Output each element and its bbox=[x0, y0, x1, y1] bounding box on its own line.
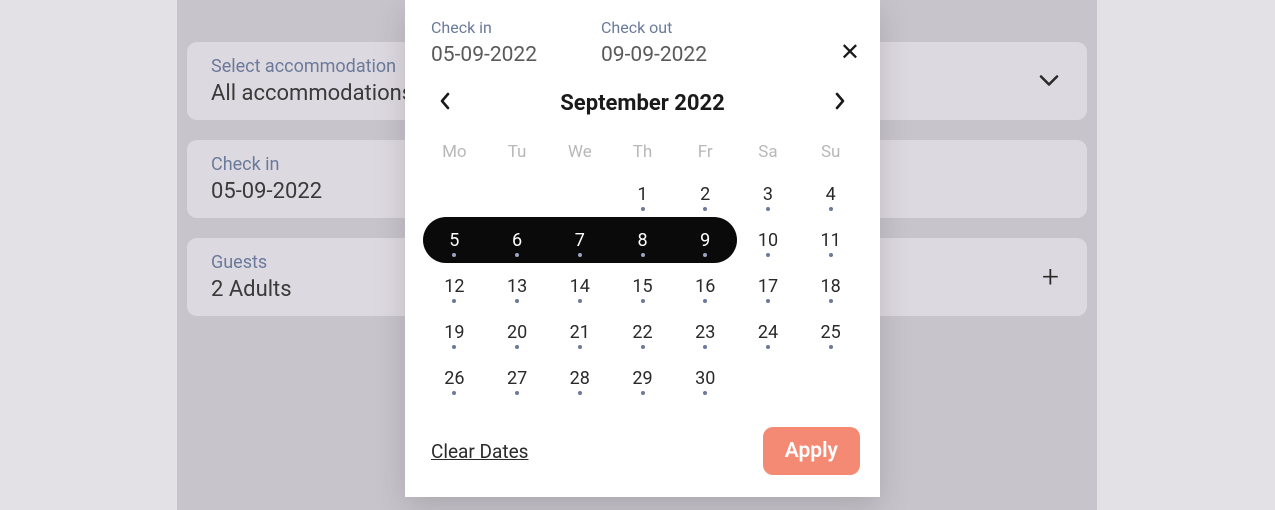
weekday-cell: Tu bbox=[486, 133, 549, 171]
datepicker-footer: Clear Dates Apply bbox=[405, 401, 880, 475]
weekday-row: MoTuWeThFrSaSu bbox=[423, 133, 862, 171]
calendar-day[interactable]: 22 bbox=[611, 309, 674, 355]
calendar-grid: MoTuWeThFrSaSu 1234567891011121314151617… bbox=[405, 133, 880, 401]
calendar-day[interactable]: 26 bbox=[423, 355, 486, 401]
calendar-row: 2627282930 bbox=[423, 355, 862, 401]
datepicker-modal: Check in 05-09-2022 Check out 09-09-2022… bbox=[405, 0, 880, 497]
calendar-row: 12131415161718 bbox=[423, 263, 862, 309]
calendar-day bbox=[423, 171, 486, 217]
calendar-day[interactable]: 20 bbox=[486, 309, 549, 355]
calendar-day[interactable]: 6 bbox=[486, 217, 549, 263]
clear-dates-link[interactable]: Clear Dates bbox=[431, 440, 528, 463]
prev-month-button[interactable] bbox=[433, 87, 457, 119]
dp-checkin-value: 05-09-2022 bbox=[431, 43, 601, 67]
calendar-day[interactable]: 21 bbox=[548, 309, 611, 355]
checkin-col: Check in 05-09-2022 bbox=[431, 18, 601, 67]
calendar-day[interactable]: 1 bbox=[611, 171, 674, 217]
month-title: September 2022 bbox=[560, 91, 724, 116]
datepicker-header: Check in 05-09-2022 Check out 09-09-2022… bbox=[405, 18, 880, 67]
checkout-col: Check out 09-09-2022 bbox=[601, 18, 771, 67]
chevron-down-icon bbox=[1039, 72, 1059, 91]
calendar-day[interactable]: 12 bbox=[423, 263, 486, 309]
calendar-day[interactable]: 10 bbox=[737, 217, 800, 263]
calendar-day[interactable]: 7 bbox=[548, 217, 611, 263]
weekday-cell: Fr bbox=[674, 133, 737, 171]
calendar-day[interactable]: 8 bbox=[611, 217, 674, 263]
calendar-day[interactable]: 3 bbox=[737, 171, 800, 217]
calendar-day bbox=[548, 171, 611, 217]
close-icon[interactable]: ✕ bbox=[840, 40, 860, 64]
apply-button[interactable]: Apply bbox=[763, 427, 860, 475]
plus-icon[interactable]: + bbox=[1042, 260, 1059, 295]
weekday-cell: Sa bbox=[737, 133, 800, 171]
month-nav: September 2022 bbox=[405, 87, 880, 133]
calendar-row: 1234 bbox=[423, 171, 862, 217]
calendar-day[interactable]: 11 bbox=[799, 217, 862, 263]
calendar-day[interactable]: 27 bbox=[486, 355, 549, 401]
calendar-day[interactable]: 5 bbox=[423, 217, 486, 263]
calendar-day[interactable]: 17 bbox=[737, 263, 800, 309]
dp-checkin-label: Check in bbox=[431, 18, 601, 37]
dp-checkout-value: 09-09-2022 bbox=[601, 43, 771, 67]
calendar-day[interactable]: 13 bbox=[486, 263, 549, 309]
next-month-button[interactable] bbox=[828, 87, 852, 119]
calendar-day[interactable]: 2 bbox=[674, 171, 737, 217]
weekday-cell: Mo bbox=[423, 133, 486, 171]
dp-checkout-label: Check out bbox=[601, 18, 771, 37]
calendar-day[interactable]: 29 bbox=[611, 355, 674, 401]
calendar-day[interactable]: 15 bbox=[611, 263, 674, 309]
calendar-day[interactable]: 25 bbox=[799, 309, 862, 355]
calendar-day[interactable]: 4 bbox=[799, 171, 862, 217]
weekday-cell: We bbox=[548, 133, 611, 171]
weekday-cell: Su bbox=[799, 133, 862, 171]
calendar-day[interactable]: 24 bbox=[737, 309, 800, 355]
calendar-day[interactable]: 28 bbox=[548, 355, 611, 401]
calendar-day bbox=[486, 171, 549, 217]
weekday-cell: Th bbox=[611, 133, 674, 171]
calendar-day[interactable]: 9 bbox=[674, 217, 737, 263]
calendar-day[interactable]: 19 bbox=[423, 309, 486, 355]
calendar-day[interactable]: 14 bbox=[548, 263, 611, 309]
calendar-day[interactable]: 30 bbox=[674, 355, 737, 401]
calendar-row: 19202122232425 bbox=[423, 309, 862, 355]
calendar-day bbox=[799, 355, 862, 401]
calendar-day[interactable]: 23 bbox=[674, 309, 737, 355]
calendar-day bbox=[737, 355, 800, 401]
calendar-day[interactable]: 16 bbox=[674, 263, 737, 309]
calendar-row: 567891011 bbox=[423, 217, 862, 263]
calendar-day[interactable]: 18 bbox=[799, 263, 862, 309]
